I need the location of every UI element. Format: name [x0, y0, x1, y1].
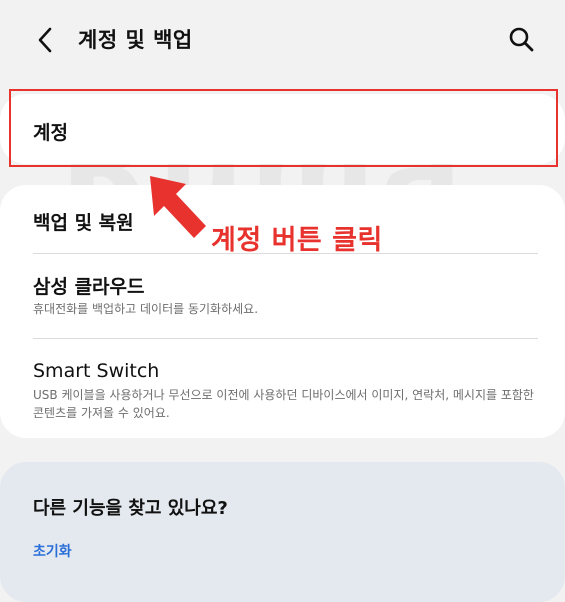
search-icon [509, 27, 534, 52]
smart-switch-label: Smart Switch [33, 360, 160, 382]
samsung-cloud-label: 삼성 클라우드 [33, 276, 145, 298]
app-header: 계정 및 백업 [0, 0, 565, 80]
backup-restore-label: 백업 및 복원 [33, 212, 134, 234]
back-button[interactable] [28, 22, 64, 58]
suggestion-title: 다른 기능을 찾고 있나요? [33, 498, 228, 519]
reset-link[interactable]: 초기화 [33, 541, 72, 561]
smart-switch-item[interactable]: Smart Switch USB 케이블을 사용하거나 무선으로 이전에 사용하… [0, 339, 565, 438]
annotation-text: 계정 버튼 클릭 [211, 225, 383, 256]
samsung-cloud-description: 휴대전화를 백업하고 데이터를 동기화하세요. [33, 302, 259, 316]
chevron-left-icon [38, 27, 52, 53]
suggestion-card: 다른 기능을 찾고 있나요? [0, 462, 565, 602]
highlight-box [9, 89, 558, 167]
page-title: 계정 및 백업 [78, 28, 193, 52]
samsung-cloud-item[interactable]: 삼성 클라우드 휴대전화를 백업하고 데이터를 동기화하세요. [0, 254, 565, 338]
smart-switch-description: USB 케이블을 사용하거나 무선으로 이전에 사용하던 디바이스에서 이미지,… [33, 388, 534, 420]
annotation-arrow-icon [150, 176, 206, 238]
search-button[interactable] [504, 22, 540, 58]
